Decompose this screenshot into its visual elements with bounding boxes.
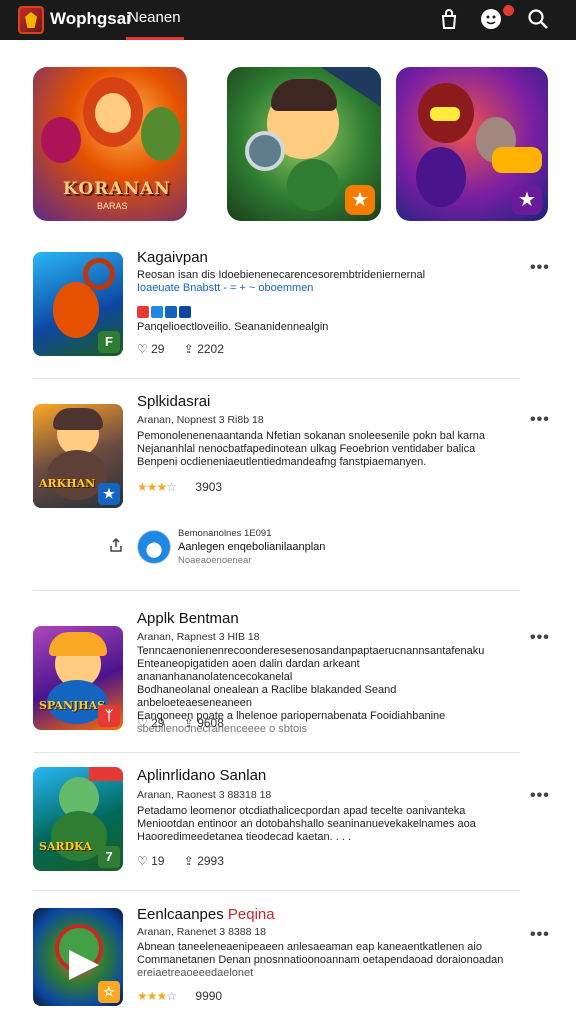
game-thumbnail[interactable]: SPANJHAS ᛉ [33, 626, 123, 730]
like-count: 29 [151, 716, 165, 730]
item-title[interactable]: Eenlcaanpes Peqina [137, 906, 275, 923]
like-icon: ♡ [137, 854, 152, 868]
item-description: Abnean taneeleneaenipeaeen anlesaeaman e… [137, 941, 504, 979]
share-count: 2993 [197, 854, 224, 868]
item-title[interactable]: Applk Bentman [137, 610, 239, 627]
game-thumbnail[interactable]: F [33, 252, 123, 356]
like-count: 29 [151, 342, 165, 356]
app-name: Wophgsai [50, 9, 131, 28]
game-badge-icon: ☆ [98, 981, 120, 1003]
featured-banner-2[interactable]: ★ [227, 67, 381, 221]
game-badge-icon: F [98, 331, 120, 353]
app-logo[interactable] [18, 6, 44, 34]
item-meta: Aranan, Ranenet 3 8388 18 [137, 926, 267, 938]
tab-active[interactable]: Neanen [128, 9, 181, 26]
search-icon[interactable] [527, 8, 549, 30]
featured-banner-3[interactable]: ★ [396, 67, 548, 221]
item-stats: ♡ 19 ⇪ 2993 [137, 854, 240, 868]
item-tagline: Panqelioectloveilio. Seananidennealgin [137, 321, 329, 333]
item-description: Pemonolenenenaantanda Nfetian sokanan sn… [137, 430, 485, 468]
item-stats: ★★★☆ 3903 [137, 480, 238, 494]
avatar[interactable] [137, 530, 171, 564]
notification-badge [503, 5, 514, 16]
divider [33, 890, 520, 891]
rating-count: 3903 [195, 480, 223, 494]
share-count: 9608 [197, 716, 224, 730]
more-options-button[interactable]: ••• [530, 629, 550, 647]
thumb-label: SARDKA [39, 840, 92, 853]
more-options-button[interactable]: ••• [530, 411, 550, 429]
item-description: Reosan isan dis Idoebienenecarencesoremb… [137, 269, 426, 294]
featured-banner-1[interactable]: KORANAN BARAS [33, 67, 187, 221]
more-options-button[interactable]: ••• [530, 926, 550, 944]
rating-stars: ★★★☆ [137, 480, 177, 494]
item-meta: Aranan, Rapnest 3 HIB 18 [137, 631, 260, 643]
rating-count: 9990 [195, 989, 223, 1003]
divider [33, 378, 520, 379]
comment-subtext: Noaeaoenoenear [178, 555, 252, 566]
divider [33, 590, 520, 591]
share-count: 2202 [197, 342, 224, 356]
game-thumbnail[interactable]: ARKHAN ★ [33, 404, 123, 508]
item-title[interactable]: Kagaivpan [137, 249, 208, 266]
tab-indicator [126, 37, 184, 40]
game-badge-icon: 7 [98, 846, 120, 868]
featured-title: KORANAN [63, 179, 171, 199]
share-icon[interactable] [108, 537, 124, 553]
top-app-bar: Wophgsai Neanen [0, 0, 576, 40]
like-icon: ♡ [137, 716, 152, 730]
like-count: 19 [151, 854, 165, 868]
thumb-label: SPANJHAS [39, 699, 106, 712]
profile-notification-icon[interactable] [480, 8, 502, 30]
item-meta: Aranan, Raonest 3 88318 18 [137, 789, 272, 801]
game-badge-icon: ★ [98, 483, 120, 505]
rating-stars: ★★★☆ [137, 989, 177, 1003]
star-badge-icon: ★ [345, 185, 375, 215]
shopping-bag-icon[interactable] [438, 8, 460, 30]
more-options-button[interactable]: ••• [530, 259, 550, 277]
item-description: Petadamo leomenor otcdiathalicecpordan a… [137, 805, 476, 843]
star-badge-icon: ★ [512, 185, 542, 215]
comment-author: Bemonanolnes 1E091 [178, 528, 272, 539]
more-options-button[interactable]: ••• [530, 787, 550, 805]
like-icon: ♡ [137, 342, 152, 356]
divider [33, 752, 520, 753]
item-stats: ♡ 29 ⇪ 9608 [137, 716, 240, 730]
share-icon: ⇪ [183, 854, 198, 868]
item-stats: ♡ 29 ⇪ 2202 [137, 342, 240, 356]
share-icon: ⇪ [183, 716, 198, 730]
featured-subtitle: BARAS [97, 201, 128, 211]
share-icon: ⇪ [183, 342, 198, 356]
item-title[interactable]: Aplinrlidano Sanlan [137, 767, 266, 784]
item-meta: Aranan, Nopnest 3 Ri8b 18 [137, 414, 264, 426]
item-stats: ★★★☆ 9990 [137, 989, 238, 1003]
game-thumbnail[interactable]: SARDKA 7 [33, 767, 123, 871]
thumb-label: ARKHAN [39, 477, 96, 490]
comment-text: Aanlegen enqebolianilaanplan [178, 541, 326, 553]
item-title[interactable]: Splkidasrai [137, 393, 210, 410]
game-badge-icon: ᛉ [98, 705, 120, 727]
game-thumbnail[interactable]: ☆ [33, 908, 123, 1006]
